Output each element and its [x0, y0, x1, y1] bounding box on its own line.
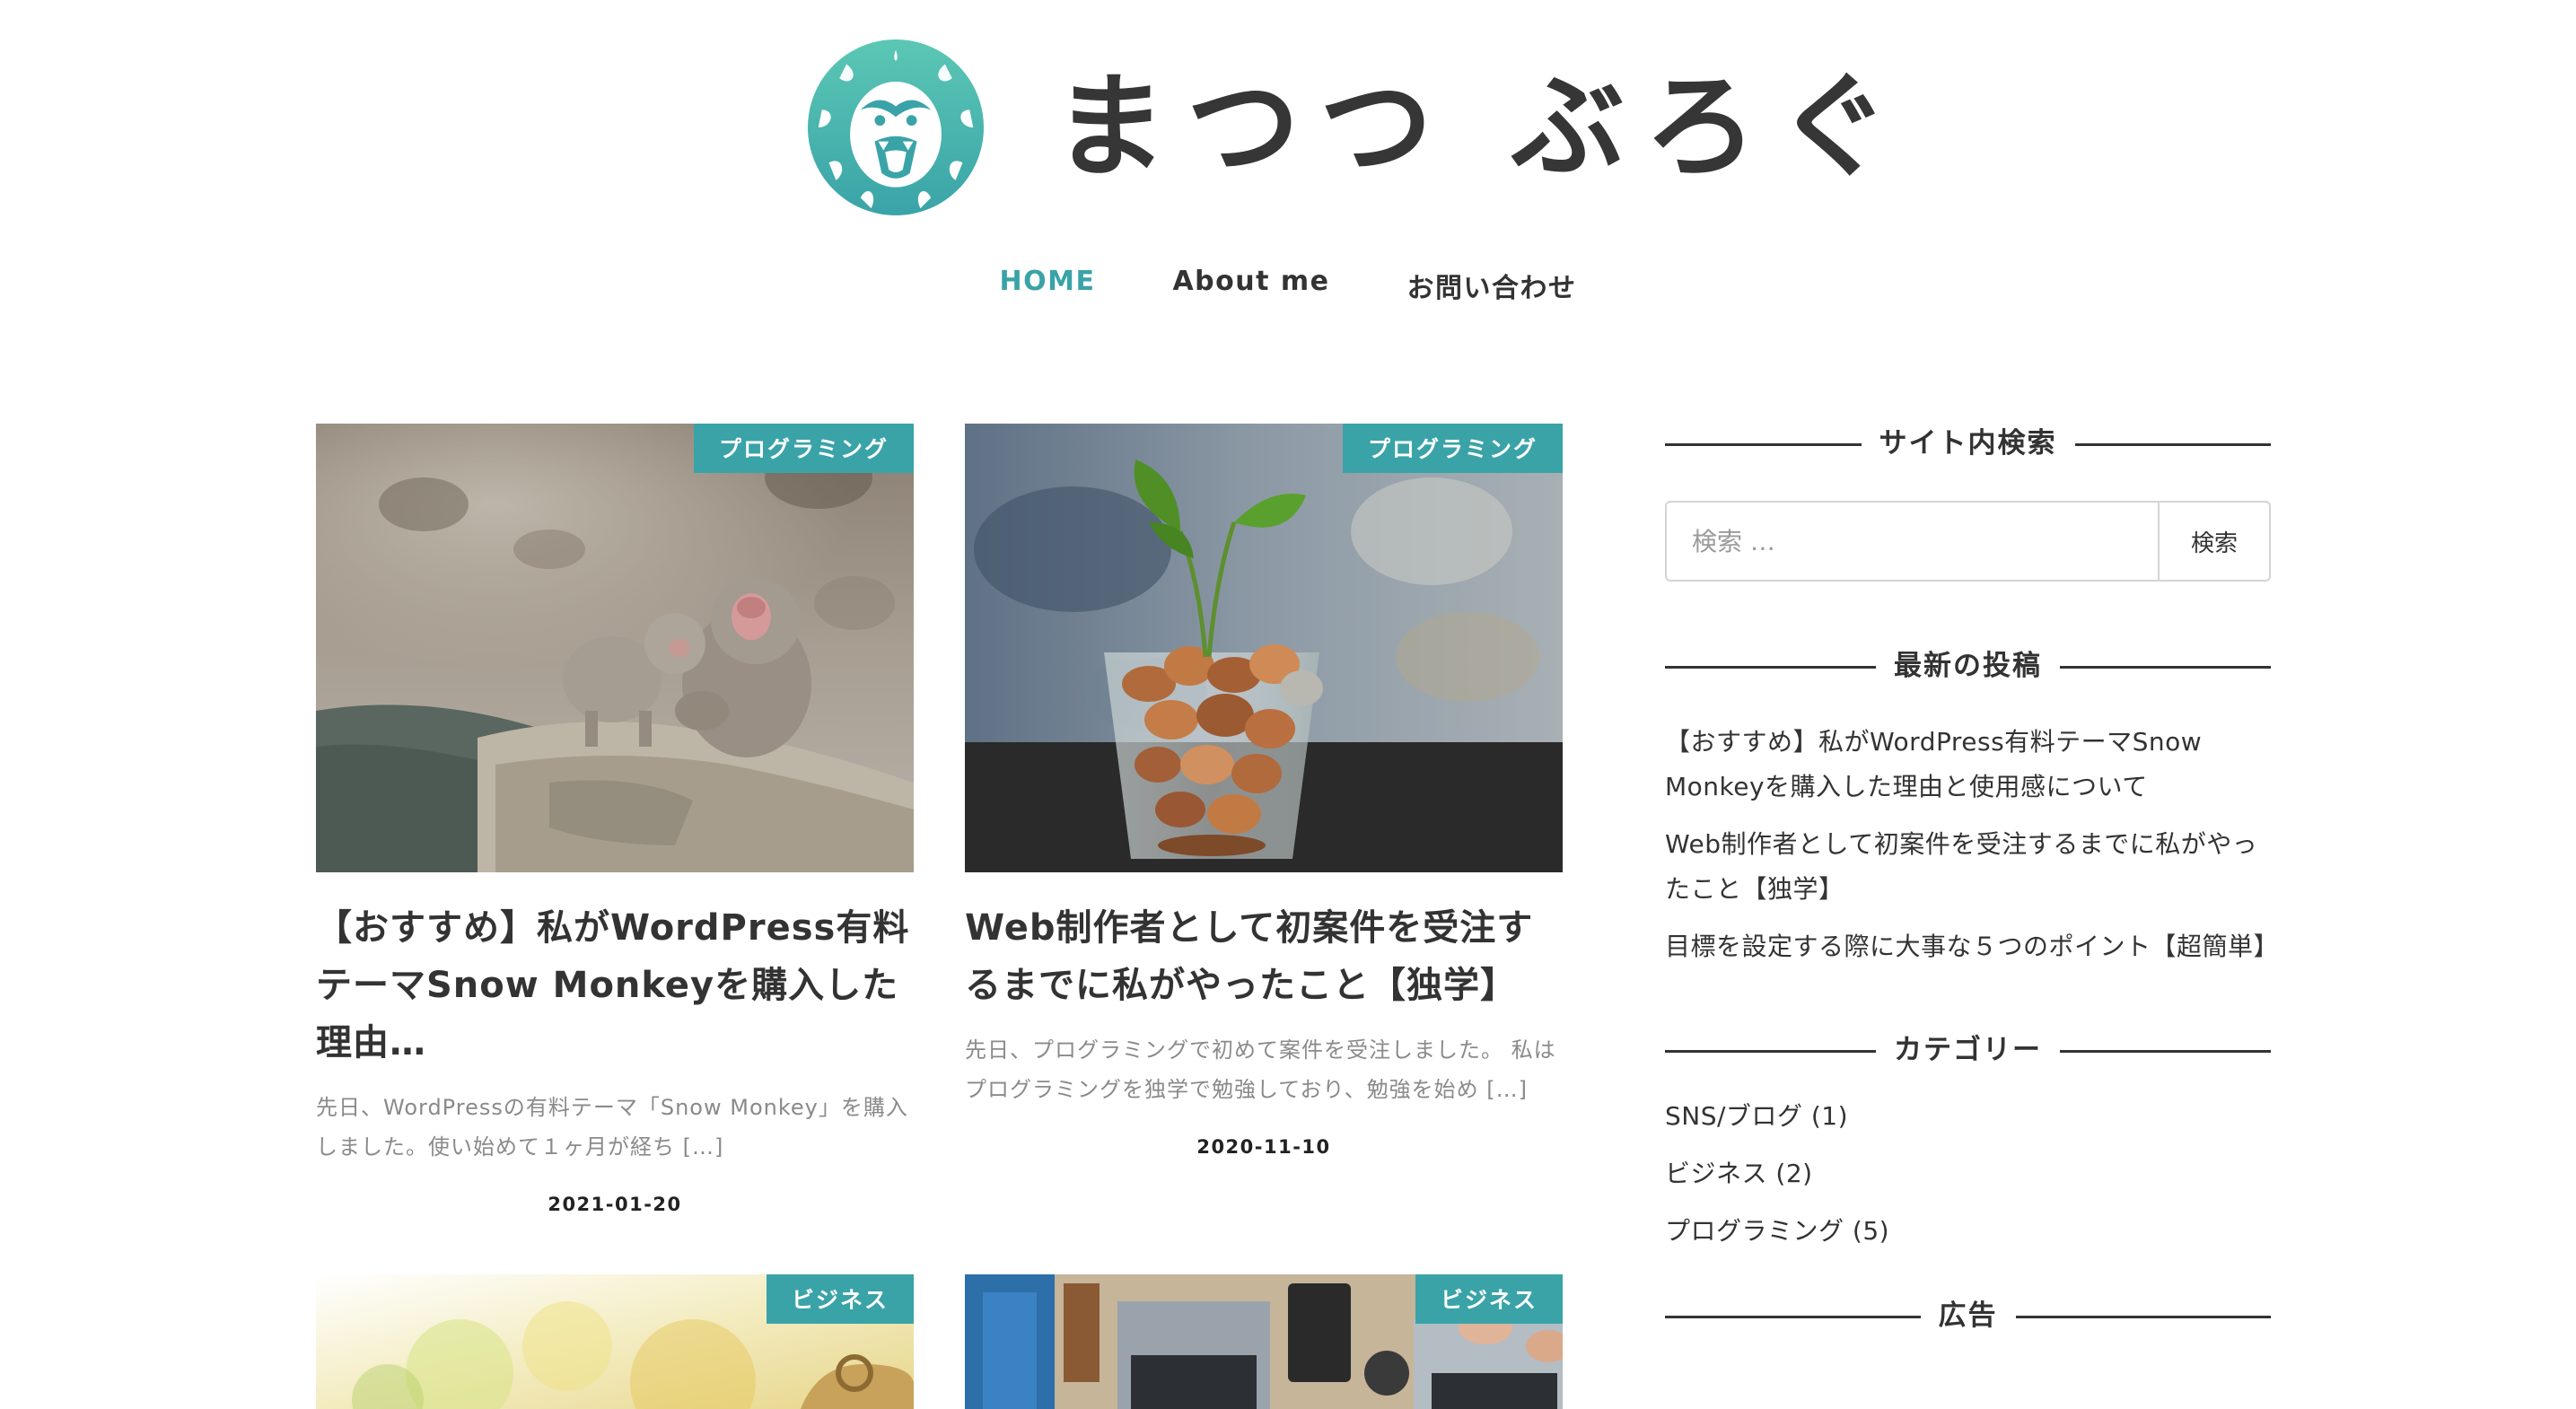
search-input[interactable] — [1667, 503, 2158, 580]
site-logo-link[interactable]: まつつ ぶろぐ — [808, 38, 1910, 217]
post-card[interactable]: プログラミング 【おすすめ】私がWordPress有料テーマSnow Monke… — [316, 424, 914, 1215]
recent-post-link[interactable]: Web制作者として初案件を受注するまでに私がやったこと【独学】 — [1665, 829, 2257, 904]
post-title[interactable]: 【おすすめ】私がWordPress有料テーマSnow Monkeyを購入した理由… — [316, 899, 914, 1072]
category-link[interactable]: SNS/ブログ (1) — [1665, 1101, 1848, 1131]
post-card[interactable]: プログラミング Web制作者として初案件を受注するまでに私がやったこと【独学】 … — [965, 424, 1563, 1158]
list-item: プログラミング (5) — [1665, 1213, 2271, 1249]
category-badge[interactable]: ビジネス — [766, 1274, 914, 1324]
post-excerpt: 先日、WordPressの有料テーマ「Snow Monkey」を購入しました。使… — [316, 1095, 908, 1160]
post-date: 2020-11-10 — [1196, 1136, 1331, 1158]
widget-title: カテゴリー — [1665, 1028, 2271, 1072]
post-thumbnail[interactable]: ビジネス — [965, 1274, 1563, 1409]
coins-plant-photo — [965, 424, 1563, 872]
ads-widget: 広告 — [1665, 1294, 2271, 1337]
recent-post-link[interactable]: 【おすすめ】私がWordPress有料テーマSnow Monkeyを購入した理由… — [1665, 727, 2202, 801]
nav-item-home[interactable]: HOME — [960, 266, 1134, 305]
category-link[interactable]: プログラミング (5) — [1665, 1216, 1889, 1246]
widget-title-text: サイト内検索 — [1861, 427, 2075, 459]
post-thumbnail[interactable]: プログラミング — [965, 424, 1563, 872]
post-title[interactable]: Web制作者として初案件を受注するまでに私がやったこと【独学】 — [965, 899, 1563, 1014]
list-item: ビジネス (2) — [1665, 1156, 2271, 1192]
post-card[interactable]: ビジネス — [316, 1274, 914, 1409]
post-thumbnail[interactable]: プログラミング — [316, 424, 914, 872]
recent-post-link[interactable]: 目標を設定する際に大事な５つのポイント【超簡単】 — [1665, 932, 2279, 961]
nav-item-about[interactable]: About me — [1134, 266, 1368, 305]
category-link[interactable]: ビジネス (2) — [1665, 1159, 1813, 1188]
site-header: まつつ ぶろぐ HOME About me お問い合わせ — [0, 0, 2576, 377]
site-title: まつつ ぶろぐ — [1054, 61, 1910, 193]
category-badge[interactable]: プログラミング — [1342, 424, 1563, 473]
category-list: SNS/ブログ (1) ビジネス (2) プログラミング (5) — [1665, 1098, 2271, 1249]
list-item: Web制作者として初案件を受注するまでに私がやったこと【独学】 — [1665, 822, 2271, 912]
global-nav: HOME About me お問い合わせ — [0, 266, 2576, 305]
snow-monkeys-photo — [316, 424, 914, 872]
category-badge[interactable]: プログラミング — [693, 424, 914, 473]
recent-posts-list: 【おすすめ】私がWordPress有料テーマSnow Monkeyを購入した理由… — [1665, 720, 2279, 969]
lion-logo-icon — [808, 39, 984, 215]
category-badge[interactable]: ビジネス — [1415, 1274, 1563, 1324]
widget-title: 広告 — [1665, 1294, 2271, 1337]
widget-title-text: 広告 — [1920, 1300, 2016, 1332]
nav-item-contact[interactable]: お問い合わせ — [1369, 266, 1616, 305]
widget-title: 最新の投稿 — [1665, 644, 2271, 687]
search-button[interactable]: 検索 — [2158, 503, 2269, 580]
list-item: SNS/ブログ (1) — [1665, 1098, 2271, 1134]
sidebar: サイト内検索 検索 最新の投稿 【おすすめ】私がWordPress有料テーマSn… — [1665, 422, 2279, 1337]
search-form: 検索 — [1665, 501, 2271, 582]
list-item: 【おすすめ】私がWordPress有料テーマSnow Monkeyを購入した理由… — [1665, 720, 2271, 810]
post-excerpt: 先日、プログラミングで初めて案件を受注しました。 私はプログラミングを独学で勉強… — [965, 1037, 1556, 1102]
post-thumbnail[interactable]: ビジネス — [316, 1274, 914, 1409]
widget-title-text: 最新の投稿 — [1876, 650, 2060, 682]
post-date: 2021-01-20 — [548, 1194, 682, 1215]
widget-title: サイト内検索 — [1665, 422, 2271, 465]
search-widget: サイト内検索 検索 — [1665, 422, 2271, 582]
list-item: 目標を設定する際に大事な５つのポイント【超簡単】 — [1665, 924, 2279, 969]
recent-posts-widget: 最新の投稿 【おすすめ】私がWordPress有料テーマSnow Monkeyを… — [1665, 644, 2279, 969]
post-card[interactable]: ビジネス — [965, 1274, 1563, 1409]
categories-widget: カテゴリー SNS/ブログ (1) ビジネス (2) プログラミング (5) — [1665, 1028, 2271, 1249]
widget-title-text: カテゴリー — [1876, 1034, 2060, 1066]
